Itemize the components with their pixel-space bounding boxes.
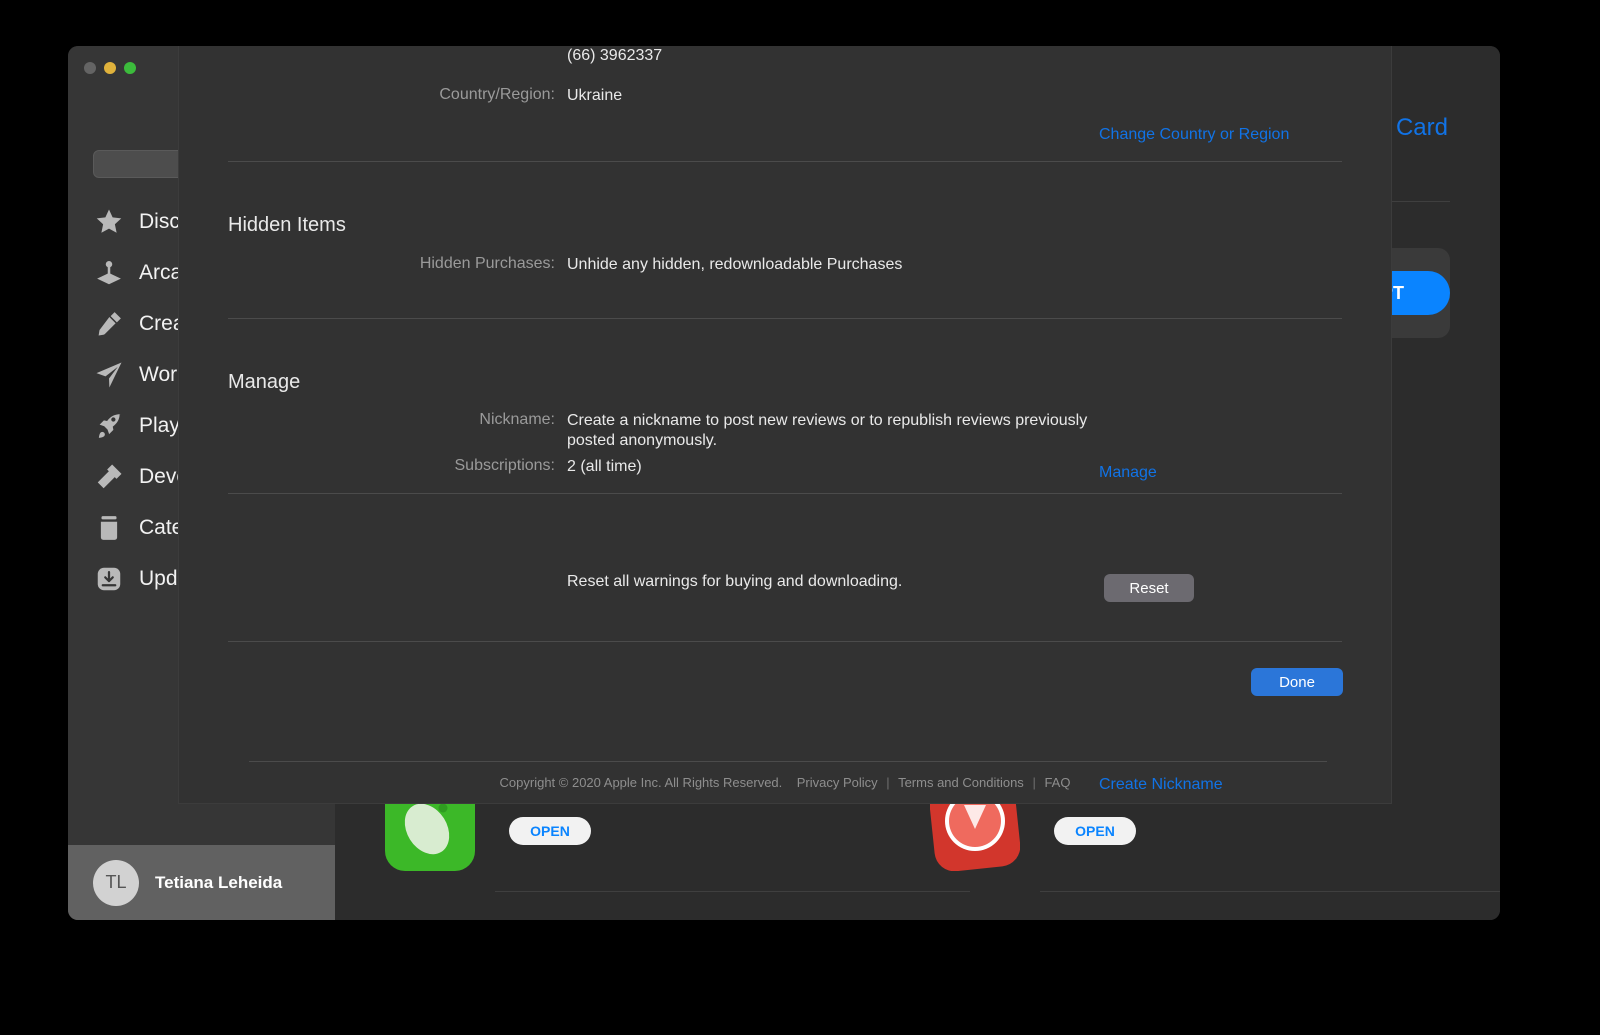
subscriptions-value: 2 (all time) (567, 458, 642, 475)
nickname-row: Nickname: Create a nickname to post new … (179, 411, 1391, 793)
hidden-purchases-label: Hidden Purchases: (419, 255, 555, 272)
arcade-joystick-icon (93, 257, 125, 289)
hammer-icon (93, 461, 125, 493)
reset-button[interactable]: Reset (1104, 574, 1194, 602)
faq-link[interactable]: FAQ (1044, 775, 1070, 790)
hidden-items-title: Hidden Items (228, 214, 346, 236)
jar-icon (93, 512, 125, 544)
manage-title: Manage (228, 371, 301, 393)
rocket-icon (93, 410, 125, 442)
window-traffic-lights (84, 62, 136, 74)
reset-warnings-description: Reset all warnings for buying and downlo… (567, 573, 903, 590)
close-window-icon[interactable] (84, 62, 96, 74)
section-divider (228, 493, 1342, 494)
footer-divider (249, 761, 1327, 762)
download-arrow-icon (93, 563, 125, 595)
country-region-row: Country/Region: Ukraine Change Country o… (179, 86, 1391, 143)
reset-warnings-row: Reset all warnings for buying and downlo… (179, 572, 1391, 592)
subscriptions-row: Subscriptions: 2 (all time) Manage (179, 457, 1391, 477)
account-settings-sheet: (66) 3962337 Country/Region: Ukraine Cha… (178, 46, 1392, 804)
privacy-policy-link[interactable]: Privacy Policy (797, 775, 878, 790)
phone-row: (66) 3962337 (179, 46, 1391, 66)
nickname-value: Create a nickname to post new reviews or… (567, 412, 1088, 450)
footer: Copyright © 2020 Apple Inc. All Rights R… (179, 775, 1391, 790)
change-country-or-region-link[interactable]: Change Country or Region (1099, 126, 1289, 144)
paper-plane-icon (93, 359, 125, 391)
country-region-label: Country/Region: (439, 86, 555, 103)
maximize-window-icon[interactable] (124, 62, 136, 74)
country-region-value: Ukraine (567, 87, 623, 104)
footer-separator: | (886, 775, 890, 790)
redeem-gift-card-link[interactable]: t Card (1383, 114, 1448, 142)
section-divider (228, 161, 1342, 162)
section-divider (228, 641, 1342, 642)
account-bar[interactable]: TL Tetiana Leheida (68, 845, 335, 920)
phone-label (179, 46, 567, 66)
app-list-divider (495, 891, 970, 892)
paintbrush-icon (93, 308, 125, 340)
terms-and-conditions-link[interactable]: Terms and Conditions (898, 775, 1024, 790)
desktop-backdrop: Discover Arcade Create (0, 0, 1600, 1035)
phone-value: (66) 3962337 (567, 47, 663, 64)
reset-warnings-label (179, 572, 567, 592)
open-button[interactable]: OPEN (1054, 817, 1136, 845)
copyright-text: Copyright © 2020 Apple Inc. All Rights R… (499, 775, 783, 790)
footer-separator: | (1032, 775, 1036, 790)
star-icon (93, 206, 125, 238)
done-button[interactable]: Done (1251, 668, 1343, 696)
subscriptions-label: Subscriptions: (454, 457, 556, 474)
account-name: Tetiana Leheida (155, 872, 283, 892)
hidden-purchases-value: Unhide any hidden, redownloadable Purcha… (567, 256, 903, 273)
avatar: TL (93, 859, 139, 906)
sidebar-item-label: Play (139, 413, 180, 437)
open-button[interactable]: OPEN (509, 817, 591, 845)
section-divider (228, 318, 1342, 319)
hidden-purchases-row: Hidden Purchases: Unhide any hidden, red… (179, 255, 1391, 481)
nickname-label: Nickname: (479, 411, 555, 428)
app-list-divider (1040, 891, 1500, 892)
minimize-window-icon[interactable] (104, 62, 116, 74)
